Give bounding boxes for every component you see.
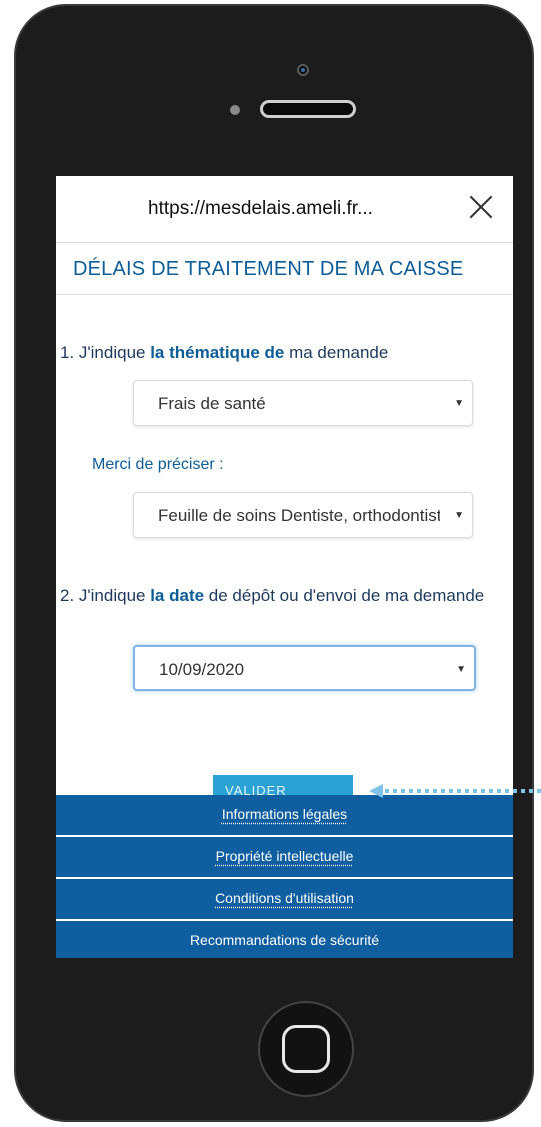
question-2: 2. J'indique la date de dépôt ou d'envoi… [60,584,510,608]
theme-select[interactable]: Frais de santé ▼ [133,380,473,426]
page-title: DÉLAIS DE TRAITEMENT DE MA CAISSE [73,258,464,280]
close-icon[interactable] [466,192,496,222]
footer: Informations légales Propriété intellect… [56,795,513,958]
precision-select[interactable]: Feuille de soins Dentiste, orthodontiste… [133,492,473,538]
footer-row: Informations légales [56,795,513,837]
question-2-bold: la date [150,586,205,605]
question-2-prefix: 2. J'indique [60,586,151,605]
footer-link-terms[interactable]: Conditions d'utilisation [56,890,513,906]
footer-row: Propriété intellectuelle [56,837,513,879]
date-select-value: 10/09/2020 [159,660,245,679]
submit-button[interactable]: VALIDER [213,775,353,795]
phone-screen: https://mesdelais.ameli.fr... DÉLAIS DE … [56,176,513,958]
earpiece-speaker [260,100,356,118]
chevron-down-icon: ▼ [454,398,464,409]
chevron-down-icon: ▼ [456,664,466,675]
browser-topbar: https://mesdelais.ameli.fr... [56,176,513,243]
question-1-bold: la thématique [150,343,260,362]
question-1-prefix: 1. J'indique [60,343,151,362]
question-1-middle: de [259,343,285,362]
arrow-left-icon [369,784,383,798]
footer-link-legal[interactable]: Informations légales [56,806,513,822]
title-divider [56,294,513,295]
annotation-arrow [369,784,541,798]
footer-link-security[interactable]: Recommandations de sécurité [56,932,513,948]
footer-row: Recommandations de sécurité [56,921,513,958]
footer-row: Conditions d'utilisation [56,879,513,921]
precision-label: Merci de préciser : [92,456,224,473]
submit-button-label: VALIDER [225,783,287,795]
question-2-suffix: de dépôt ou d'envoi de ma demande [204,586,485,605]
date-select[interactable]: 10/09/2020 ▼ [133,645,476,691]
dotted-line [385,789,541,793]
url-text: https://mesdelais.ameli.fr... [148,198,373,219]
front-camera [297,64,309,76]
footer-link-ip[interactable]: Propriété intellectuelle [56,848,513,864]
theme-select-value: Frais de santé [158,394,266,413]
home-button[interactable] [258,1001,354,1097]
proximity-sensor [230,105,240,115]
question-1: 1. J'indique la thématique de ma demande [60,343,388,363]
home-square-icon [282,1025,330,1073]
chevron-down-icon: ▼ [454,510,464,521]
precision-select-value: Feuille de soins Dentiste, orthodontiste [158,506,440,525]
question-1-suffix: ma demande [284,343,389,362]
